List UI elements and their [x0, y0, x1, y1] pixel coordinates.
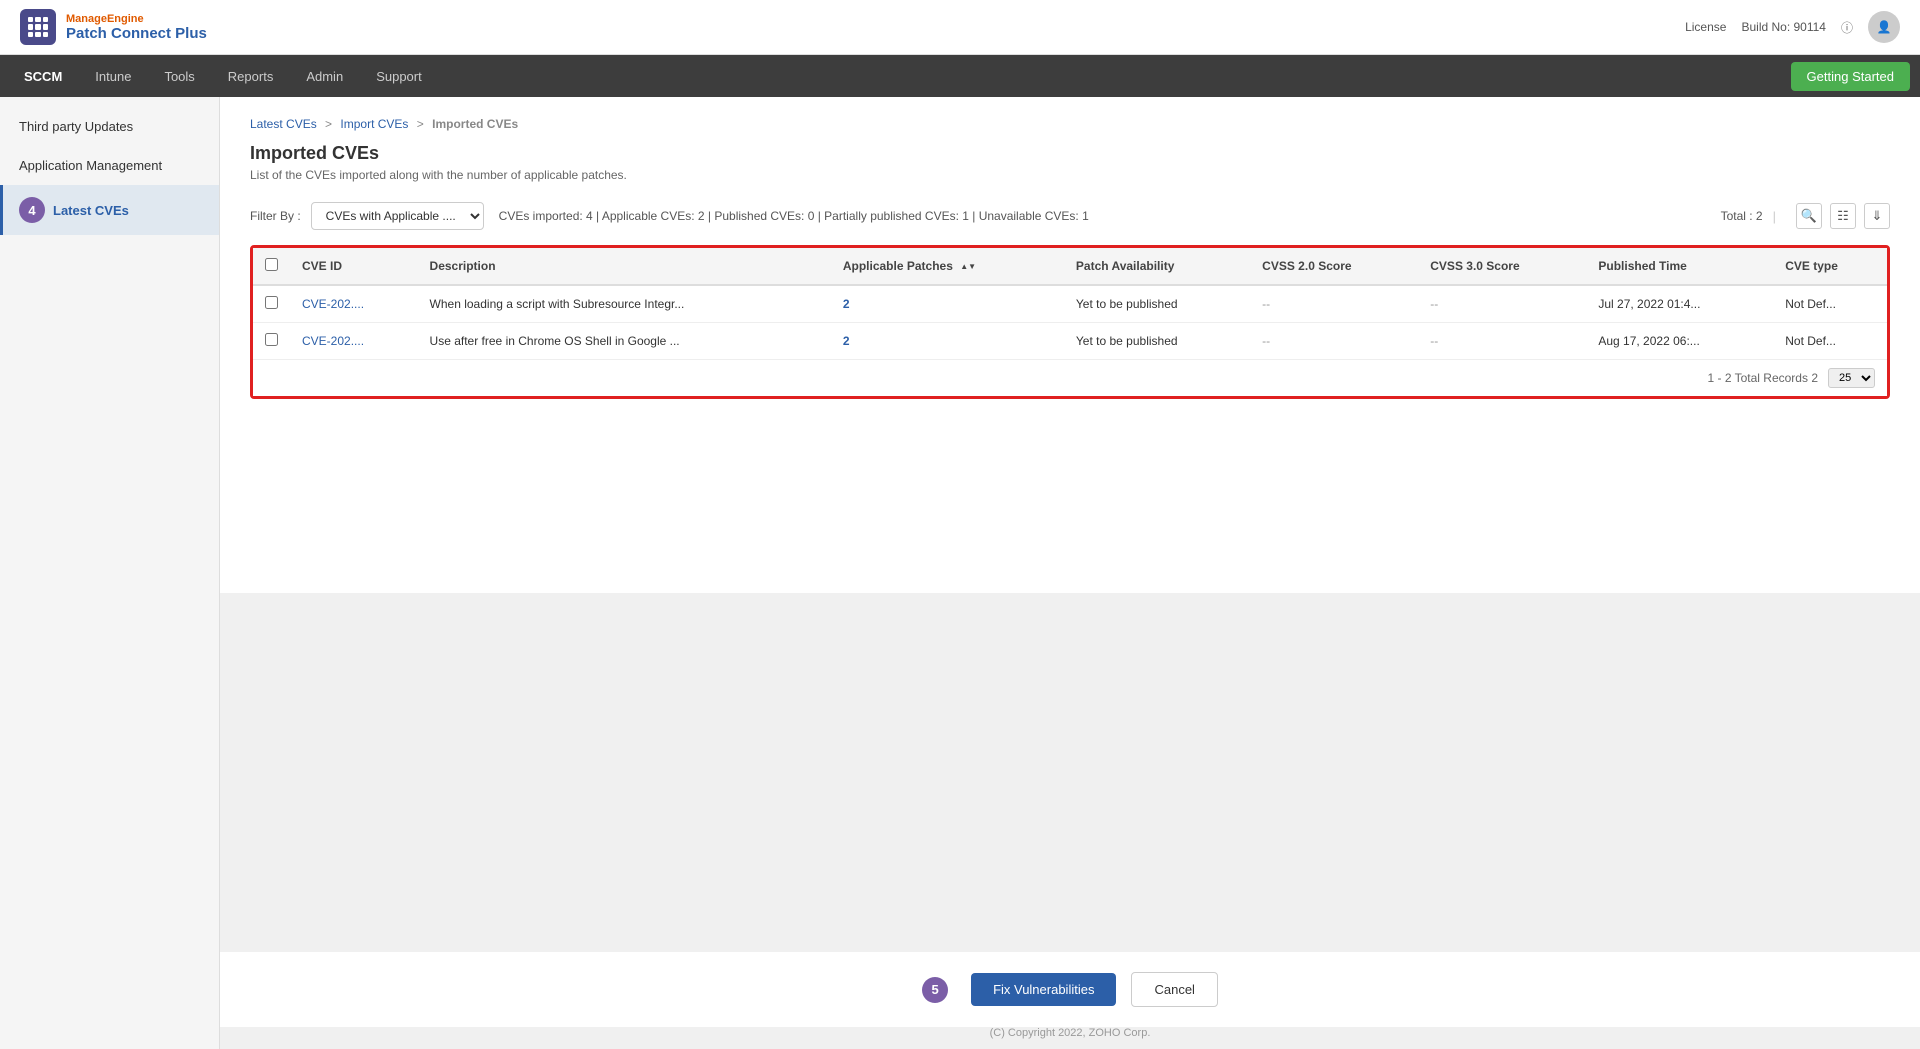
header-checkbox-col: [253, 248, 290, 285]
sidebar-item-latest-cves[interactable]: 4 Latest CVEs: [0, 185, 219, 235]
third-party-updates-label: Third party Updates: [19, 119, 133, 134]
top-right: License Build No: 90114 ⓘ 👤: [1685, 11, 1900, 43]
row1-applicable-patches: 2: [831, 285, 1064, 323]
sidebar-item-third-party-updates[interactable]: Third party Updates: [0, 107, 219, 146]
app-icon: [20, 9, 56, 45]
main-layout: Third party Updates Application Manageme…: [0, 97, 1920, 1049]
sidebar-item-application-management[interactable]: Application Management: [0, 146, 219, 185]
row2-checkbox[interactable]: [265, 333, 278, 346]
row1-published-time: Jul 27, 2022 01:4...: [1586, 285, 1773, 323]
page-title: Imported CVEs: [250, 143, 1890, 164]
row1-cve-id: CVE-202....: [290, 285, 418, 323]
row2-cve-type: Not Def...: [1773, 323, 1887, 360]
row2-cvss2: --: [1250, 323, 1418, 360]
select-all-checkbox[interactable]: [265, 258, 278, 271]
filter-by-label: Filter By :: [250, 209, 301, 223]
highlighted-table-container: CVE ID Description Applicable Patches ▲▼…: [250, 245, 1890, 399]
filter-bar: Filter By : CVEs with Applicable .... CV…: [250, 202, 1890, 230]
header-cvss2: CVSS 2.0 Score: [1250, 248, 1418, 285]
row1-cvss2: --: [1250, 285, 1418, 323]
logo-area: ManageEngine Patch Connect Plus: [20, 9, 207, 45]
help-icon[interactable]: ⓘ: [1841, 19, 1853, 36]
header-cvss3: CVSS 3.0 Score: [1418, 248, 1586, 285]
toolbar-icons: 🔍 ☷ ⇓: [1796, 203, 1890, 229]
build-number: Build No: 90114: [1741, 20, 1826, 34]
row2-patch-availability: Yet to be published: [1064, 323, 1250, 360]
row1-checkbox[interactable]: [265, 296, 278, 309]
latest-cves-label: Latest CVEs: [53, 203, 129, 218]
nav-intune[interactable]: Intune: [81, 61, 145, 92]
filter-select[interactable]: CVEs with Applicable ....: [311, 202, 484, 230]
logo-text: ManageEngine Patch Connect Plus: [66, 13, 207, 42]
sort-arrows-applicable-patches[interactable]: ▲▼: [960, 263, 976, 271]
table-body: CVE-202.... When loading a script with S…: [253, 285, 1887, 359]
header-applicable-patches: Applicable Patches ▲▼: [831, 248, 1064, 285]
breadcrumb-latest-cves[interactable]: Latest CVEs: [250, 117, 317, 131]
row2-cve-id: CVE-202....: [290, 323, 418, 360]
row1-cve-link[interactable]: CVE-202....: [302, 297, 364, 311]
export-icon-button[interactable]: ⇓: [1864, 203, 1890, 229]
nav-sccm[interactable]: SCCM: [10, 61, 76, 92]
grid-icon: [28, 17, 48, 37]
pagination-info: 1 - 2 Total Records 2: [1707, 371, 1818, 385]
step-4-badge: 4: [19, 197, 45, 223]
cancel-button[interactable]: Cancel: [1131, 972, 1217, 1007]
row2-cvss3: --: [1418, 323, 1586, 360]
breadcrumb-current: Imported CVEs: [432, 117, 518, 131]
pagination-row: 1 - 2 Total Records 2 25 50: [253, 359, 1887, 396]
header-patch-availability: Patch Availability: [1064, 248, 1250, 285]
total-count: Total : 2: [1721, 209, 1763, 223]
separator: |: [1773, 209, 1776, 224]
cve-table: CVE ID Description Applicable Patches ▲▼…: [253, 248, 1887, 359]
sidebar: Third party Updates Application Manageme…: [0, 97, 220, 1049]
nav-reports[interactable]: Reports: [214, 61, 288, 92]
page-subtitle: List of the CVEs imported along with the…: [250, 168, 1890, 182]
breadcrumb-import-cves[interactable]: Import CVEs: [340, 117, 408, 131]
header-description: Description: [418, 248, 831, 285]
filter-stats: CVEs imported: 4 | Applicable CVEs: 2 | …: [499, 209, 1089, 223]
footer-copyright: (C) Copyright 2022, ZOHO Corp.: [220, 1027, 1920, 1049]
row2-patch-count-link[interactable]: 2: [843, 334, 850, 348]
row1-patch-availability: Yet to be published: [1064, 285, 1250, 323]
bottom-area: 5 Fix Vulnerabilities Cancel (C) Copyrig…: [220, 593, 1920, 1049]
table-header-row: CVE ID Description Applicable Patches ▲▼…: [253, 248, 1887, 285]
row2-checkbox-cell: [253, 323, 290, 360]
row1-cvss3: --: [1418, 285, 1586, 323]
nav-support[interactable]: Support: [362, 61, 436, 92]
step-5-badge: 5: [922, 977, 948, 1003]
row2-cve-link[interactable]: CVE-202....: [302, 334, 364, 348]
table-container: CVE ID Description Applicable Patches ▲▼…: [253, 248, 1887, 396]
content-area: Latest CVEs > Import CVEs > Imported CVE…: [220, 97, 1920, 593]
getting-started-button[interactable]: Getting Started: [1791, 62, 1910, 91]
brand-name: ManageEngine: [66, 13, 207, 25]
row2-applicable-patches: 2: [831, 323, 1064, 360]
page-size-select[interactable]: 25 50: [1828, 368, 1875, 388]
product-name: Patch Connect Plus: [66, 25, 207, 42]
row1-checkbox-cell: [253, 285, 290, 323]
application-management-label: Application Management: [19, 158, 162, 173]
row2-description: Use after free in Chrome OS Shell in Goo…: [418, 323, 831, 360]
row1-cve-type: Not Def...: [1773, 285, 1887, 323]
header-cve-type: CVE type: [1773, 248, 1887, 285]
header-cve-id: CVE ID: [290, 248, 418, 285]
nav-tools[interactable]: Tools: [150, 61, 208, 92]
row2-published-time: Aug 17, 2022 06:...: [1586, 323, 1773, 360]
nav-bar: SCCM Intune Tools Reports Admin Support …: [0, 55, 1920, 97]
avatar[interactable]: 👤: [1868, 11, 1900, 43]
columns-icon-button[interactable]: ☷: [1830, 203, 1856, 229]
top-bar: ManageEngine Patch Connect Plus License …: [0, 0, 1920, 55]
breadcrumb-sep-2: >: [417, 117, 424, 131]
breadcrumb-sep-1: >: [325, 117, 332, 131]
breadcrumb: Latest CVEs > Import CVEs > Imported CVE…: [250, 117, 1890, 131]
table-row: CVE-202.... Use after free in Chrome OS …: [253, 323, 1887, 360]
table-row: CVE-202.... When loading a script with S…: [253, 285, 1887, 323]
bottom-bar: 5 Fix Vulnerabilities Cancel: [220, 952, 1920, 1027]
row1-description: When loading a script with Subresource I…: [418, 285, 831, 323]
row1-patch-count-link[interactable]: 2: [843, 297, 850, 311]
license-label: License: [1685, 20, 1726, 34]
nav-admin[interactable]: Admin: [292, 61, 357, 92]
header-published-time: Published Time: [1586, 248, 1773, 285]
search-icon-button[interactable]: 🔍: [1796, 203, 1822, 229]
fix-vulnerabilities-button[interactable]: Fix Vulnerabilities: [971, 973, 1116, 1006]
